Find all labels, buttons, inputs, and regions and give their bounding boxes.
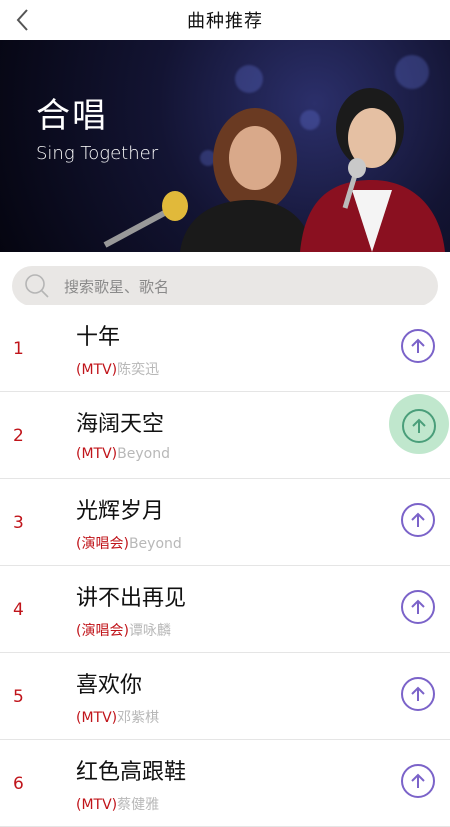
banner-text: 合唱 Sing Together — [36, 88, 158, 164]
song-meta: (MTV)蔡健雅 — [76, 794, 159, 814]
song-list: 1 十年 (MTV)陈奕迅 2 海阔天空 (MTV)Beyond 3 光辉岁月 … — [0, 305, 450, 827]
rank-number: 2 — [13, 426, 24, 446]
rank-number: 4 — [13, 600, 24, 620]
list-item[interactable]: 5 喜欢你 (MTV)邓紫棋 — [0, 653, 450, 740]
rank-number: 3 — [13, 513, 24, 533]
arrow-up-icon — [411, 773, 425, 788]
banner-title-en: Sing Together — [36, 143, 159, 164]
song-meta: (MTV)陈奕迅 — [76, 359, 159, 379]
arrow-up-icon — [411, 338, 425, 353]
chevron-left-icon — [16, 9, 28, 31]
song-title: 红色高跟鞋 — [76, 760, 187, 785]
move-up-button[interactable] — [401, 590, 435, 624]
rank-number: 6 — [13, 774, 24, 794]
rank-number: 5 — [13, 687, 24, 707]
arrow-up-icon — [411, 599, 425, 614]
banner[interactable]: 合唱 Sing Together — [0, 40, 450, 252]
song-artist: 蔡健雅 — [117, 797, 160, 813]
song-meta: (MTV)Beyond — [76, 446, 170, 462]
move-up-button[interactable] — [402, 409, 436, 443]
arrow-up-icon — [412, 418, 426, 433]
song-tag: (演唱会) — [76, 623, 129, 639]
arrow-up-icon — [411, 686, 425, 701]
song-meta: (演唱会)Beyond — [76, 533, 182, 553]
song-artist: 谭咏麟 — [128, 623, 171, 639]
list-item[interactable]: 3 光辉岁月 (演唱会)Beyond — [0, 479, 450, 566]
page-title: 曲种推荐 — [187, 11, 263, 32]
song-title: 海阔天空 — [76, 412, 165, 437]
song-artist: Beyond — [128, 536, 182, 552]
song-title: 讲不出再见 — [76, 586, 187, 611]
song-title: 十年 — [76, 325, 121, 350]
move-up-button[interactable] — [401, 677, 435, 711]
top-bar: 曲种推荐 — [0, 0, 450, 40]
song-tag: (MTV) — [76, 710, 118, 726]
back-button[interactable] — [8, 4, 38, 36]
list-item[interactable]: 1 十年 (MTV)陈奕迅 — [0, 305, 450, 392]
song-tag: (MTV) — [76, 797, 118, 813]
list-item[interactable]: 2 海阔天空 (MTV)Beyond — [0, 392, 450, 479]
move-up-button[interactable] — [401, 329, 435, 363]
banner-title-cn: 合唱 — [36, 96, 108, 136]
search-placeholder: 搜索歌星、歌名 — [64, 277, 170, 296]
move-up-button[interactable] — [401, 503, 435, 537]
move-up-button[interactable] — [401, 764, 435, 798]
list-item[interactable]: 6 红色高跟鞋 (MTV)蔡健雅 — [0, 740, 450, 827]
rank-number: 1 — [13, 339, 24, 359]
song-tag: (演唱会) — [76, 536, 129, 552]
song-artist: 邓紫棋 — [117, 710, 160, 726]
search-input[interactable]: 搜索歌星、歌名 — [12, 266, 438, 306]
song-tag: (MTV) — [76, 446, 118, 462]
list-item[interactable]: 4 讲不出再见 (演唱会)谭咏麟 — [0, 566, 450, 653]
song-artist: Beyond — [117, 446, 170, 462]
song-artist: 陈奕迅 — [117, 362, 160, 378]
search-icon — [25, 274, 49, 298]
song-meta: (演唱会)谭咏麟 — [76, 620, 171, 640]
song-meta: (MTV)邓紫棋 — [76, 707, 159, 727]
song-title: 喜欢你 — [76, 673, 143, 698]
song-tag: (MTV) — [76, 362, 118, 378]
arrow-up-icon — [411, 512, 425, 527]
song-title: 光辉岁月 — [76, 499, 165, 524]
